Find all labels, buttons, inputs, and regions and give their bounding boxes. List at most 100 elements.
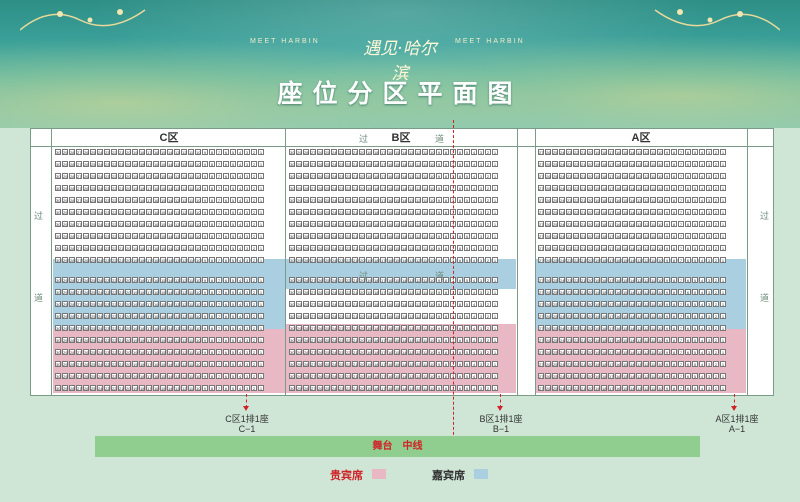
seat[interactable]: 2 bbox=[713, 349, 719, 355]
seat[interactable]: 20 bbox=[125, 197, 131, 203]
seat[interactable]: 23 bbox=[104, 257, 110, 263]
seat[interactable]: 11 bbox=[188, 209, 194, 215]
seat[interactable]: 20 bbox=[359, 349, 365, 355]
seat[interactable]: 3 bbox=[244, 209, 250, 215]
seat[interactable]: 16 bbox=[615, 161, 621, 167]
seat[interactable]: 28 bbox=[69, 373, 75, 379]
seat[interactable]: 13 bbox=[636, 361, 642, 367]
seat[interactable]: 20 bbox=[125, 173, 131, 179]
seat[interactable]: 28 bbox=[303, 161, 309, 167]
seat[interactable]: 23 bbox=[338, 349, 344, 355]
seat[interactable]: 26 bbox=[545, 209, 551, 215]
seat[interactable]: 8 bbox=[443, 173, 449, 179]
seat[interactable]: 18 bbox=[139, 173, 145, 179]
seat[interactable]: 9 bbox=[436, 209, 442, 215]
seat[interactable]: 1 bbox=[258, 277, 264, 283]
seat[interactable]: 27 bbox=[76, 197, 82, 203]
seat[interactable]: 14 bbox=[629, 373, 635, 379]
seat[interactable]: 11 bbox=[650, 289, 656, 295]
seat[interactable]: 2 bbox=[251, 185, 257, 191]
seat[interactable]: 22 bbox=[111, 149, 117, 155]
seat[interactable]: 17 bbox=[380, 197, 386, 203]
seat[interactable]: 21 bbox=[352, 373, 358, 379]
seat[interactable]: 9 bbox=[202, 221, 208, 227]
seat[interactable]: 18 bbox=[601, 289, 607, 295]
seat[interactable]: 28 bbox=[69, 197, 75, 203]
seat[interactable]: 16 bbox=[387, 185, 393, 191]
seat[interactable]: 13 bbox=[174, 197, 180, 203]
seat[interactable]: 21 bbox=[580, 197, 586, 203]
seat[interactable]: 19 bbox=[132, 373, 138, 379]
seat[interactable]: 19 bbox=[366, 277, 372, 283]
seat[interactable]: 6 bbox=[223, 233, 229, 239]
seat[interactable]: 26 bbox=[317, 149, 323, 155]
seat[interactable]: 23 bbox=[566, 349, 572, 355]
seat[interactable]: 25 bbox=[90, 245, 96, 251]
seat[interactable]: 25 bbox=[324, 257, 330, 263]
seat[interactable]: 14 bbox=[629, 277, 635, 283]
seat[interactable]: 7 bbox=[678, 173, 684, 179]
seat[interactable]: 14 bbox=[629, 185, 635, 191]
seat[interactable]: 11 bbox=[422, 277, 428, 283]
seat[interactable]: 5 bbox=[230, 149, 236, 155]
seat[interactable]: 12 bbox=[643, 197, 649, 203]
seat[interactable]: 21 bbox=[580, 385, 586, 391]
seat[interactable]: 23 bbox=[566, 337, 572, 343]
seat[interactable]: 29 bbox=[296, 325, 302, 331]
seat[interactable]: 2 bbox=[251, 337, 257, 343]
seat[interactable]: 22 bbox=[111, 349, 117, 355]
seat[interactable]: 2 bbox=[713, 337, 719, 343]
seat[interactable]: 5 bbox=[692, 185, 698, 191]
seat[interactable]: 22 bbox=[345, 161, 351, 167]
seat[interactable]: 18 bbox=[139, 289, 145, 295]
seat[interactable]: 23 bbox=[104, 221, 110, 227]
seat[interactable]: 15 bbox=[622, 325, 628, 331]
seat[interactable]: 12 bbox=[415, 373, 421, 379]
seat[interactable]: 6 bbox=[223, 301, 229, 307]
seat[interactable]: 27 bbox=[310, 313, 316, 319]
seat[interactable]: 25 bbox=[324, 197, 330, 203]
seat[interactable]: 18 bbox=[139, 325, 145, 331]
seat[interactable]: 29 bbox=[296, 185, 302, 191]
seat[interactable]: 17 bbox=[380, 149, 386, 155]
seat[interactable]: 21 bbox=[580, 301, 586, 307]
seat[interactable]: 25 bbox=[324, 185, 330, 191]
seat[interactable]: 25 bbox=[552, 197, 558, 203]
seat[interactable]: 27 bbox=[538, 385, 544, 391]
seat[interactable]: 22 bbox=[111, 245, 117, 251]
seat[interactable]: 8 bbox=[209, 209, 215, 215]
seat[interactable]: 15 bbox=[394, 221, 400, 227]
seat[interactable]: 1 bbox=[258, 149, 264, 155]
seat[interactable]: 14 bbox=[401, 313, 407, 319]
seat[interactable]: 27 bbox=[538, 233, 544, 239]
seat[interactable]: 7 bbox=[678, 361, 684, 367]
seat[interactable]: 12 bbox=[643, 361, 649, 367]
seat[interactable]: 2 bbox=[485, 277, 491, 283]
seat[interactable]: 7 bbox=[678, 313, 684, 319]
seat[interactable]: 29 bbox=[62, 161, 68, 167]
seat[interactable]: 21 bbox=[118, 149, 124, 155]
seat[interactable]: 5 bbox=[464, 385, 470, 391]
seat[interactable]: 6 bbox=[223, 361, 229, 367]
seat[interactable]: 13 bbox=[174, 149, 180, 155]
seat[interactable]: 1 bbox=[492, 245, 498, 251]
seat[interactable]: 9 bbox=[664, 185, 670, 191]
seat[interactable]: 8 bbox=[443, 325, 449, 331]
seat[interactable]: 25 bbox=[324, 173, 330, 179]
seat[interactable]: 18 bbox=[373, 373, 379, 379]
seat[interactable]: 2 bbox=[251, 277, 257, 283]
seat[interactable]: 15 bbox=[622, 313, 628, 319]
seat[interactable]: 13 bbox=[174, 289, 180, 295]
seat[interactable]: 8 bbox=[209, 149, 215, 155]
seat[interactable]: 2 bbox=[485, 245, 491, 251]
seat[interactable]: 8 bbox=[209, 173, 215, 179]
seat[interactable]: 23 bbox=[104, 149, 110, 155]
seat[interactable]: 15 bbox=[394, 349, 400, 355]
seat[interactable]: 9 bbox=[664, 149, 670, 155]
seat[interactable]: 1 bbox=[258, 257, 264, 263]
seat[interactable]: 18 bbox=[139, 197, 145, 203]
seat[interactable]: 18 bbox=[139, 245, 145, 251]
seat[interactable]: 29 bbox=[296, 349, 302, 355]
seat[interactable]: 23 bbox=[338, 373, 344, 379]
seat[interactable]: 21 bbox=[118, 301, 124, 307]
